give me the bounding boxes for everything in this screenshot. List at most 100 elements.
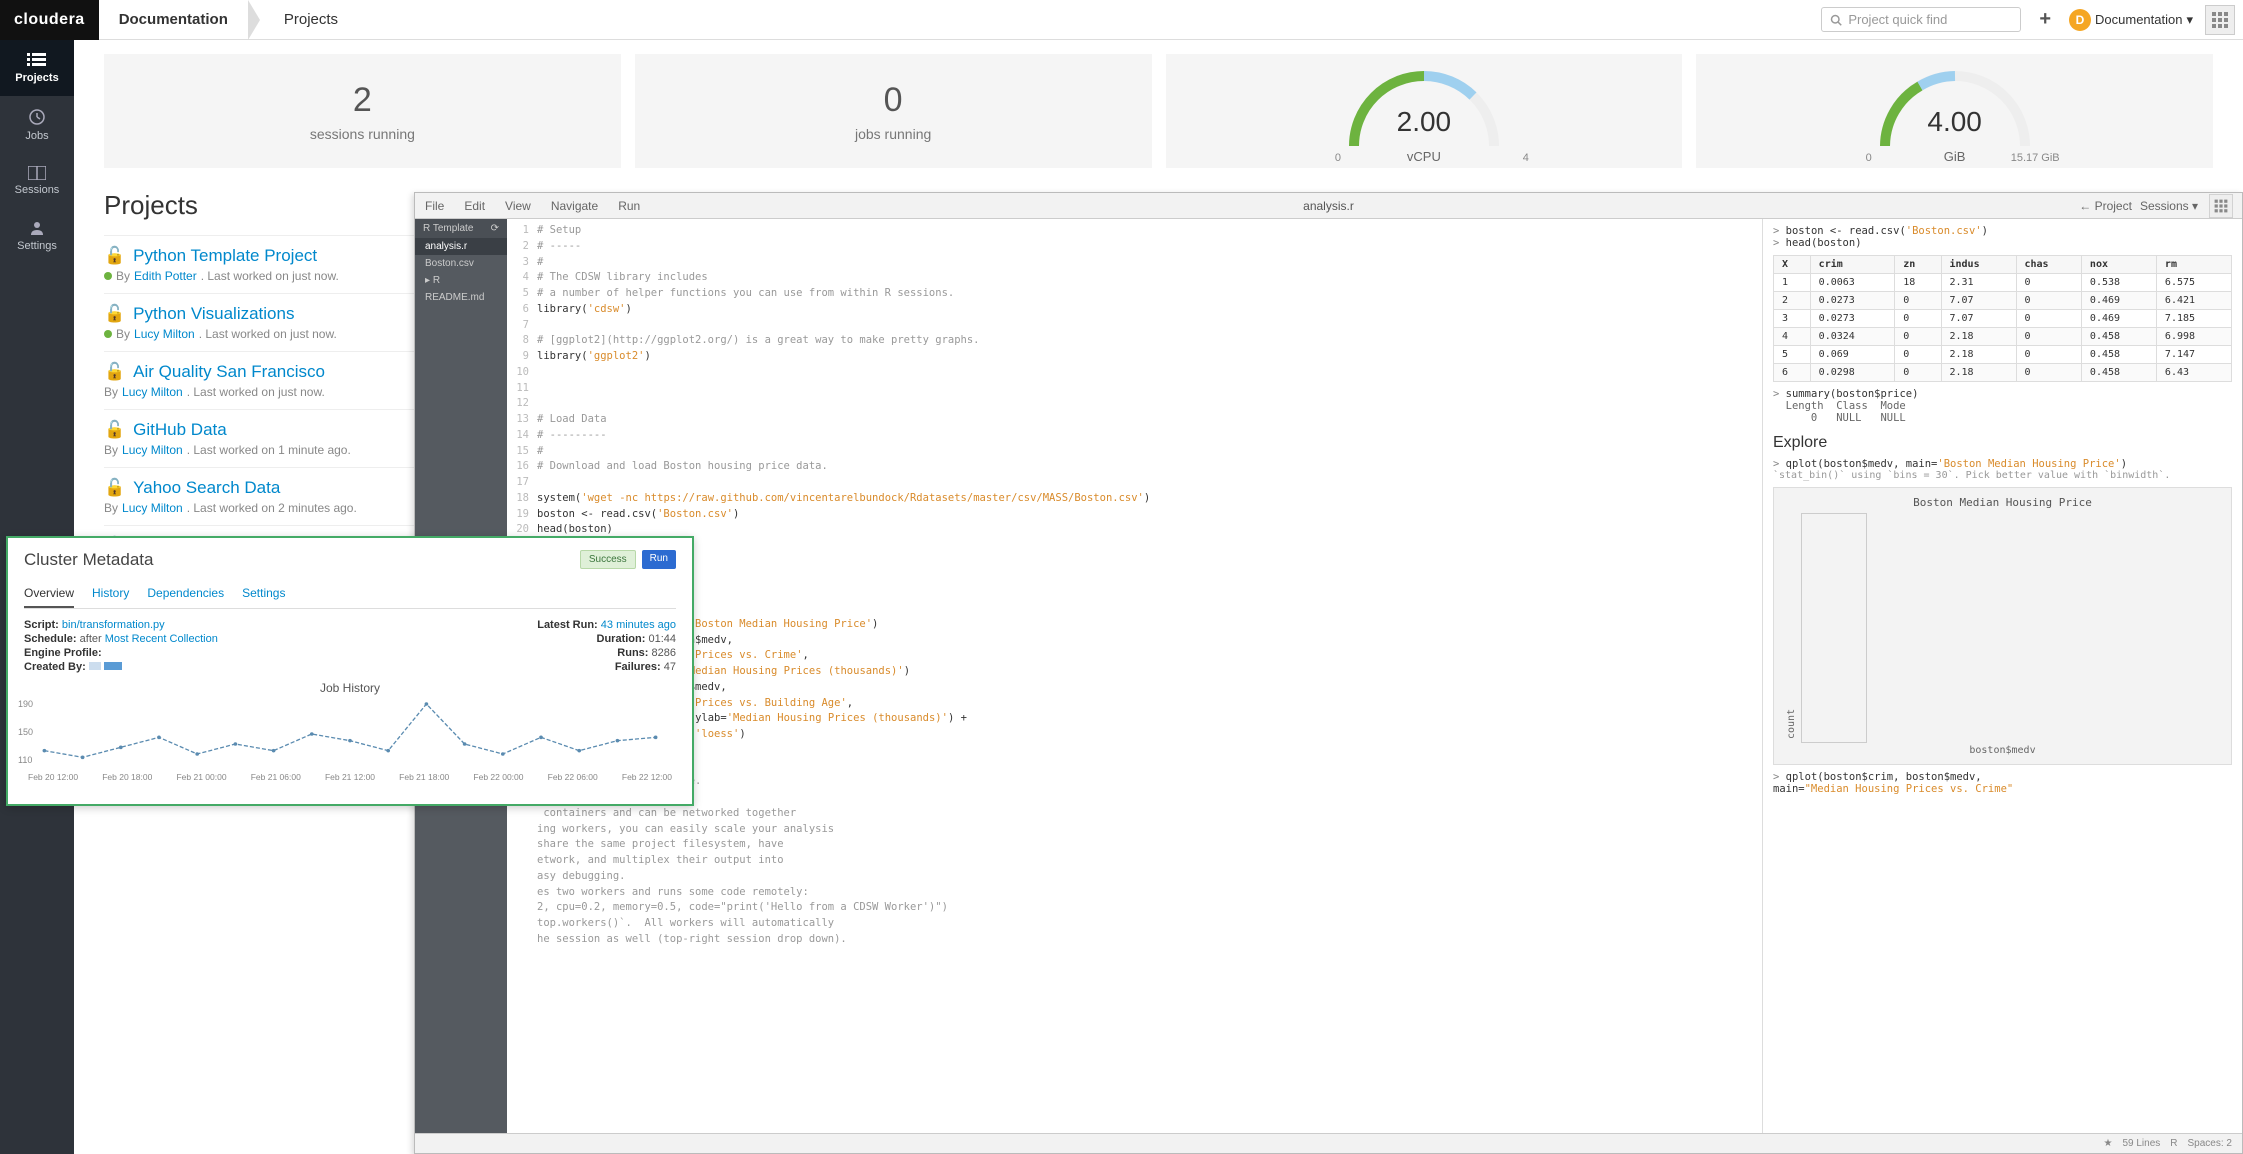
breadcrumb-context[interactable]: Documentation — [99, 0, 248, 40]
brand-logo: cloudera — [0, 0, 99, 40]
file-tree-header[interactable]: R Template⟳ — [415, 219, 507, 238]
data-table: Xcrimzninduschasnoxrm10.0063182.3100.538… — [1773, 255, 2232, 382]
cluster-metadata-panel: Cluster Metadata Success Run Overview Hi… — [6, 536, 694, 806]
console-output[interactable]: > boston <- read.csv('Boston.csv') > hea… — [1762, 219, 2242, 1133]
app-switcher-icon[interactable] — [2205, 5, 2235, 35]
back-to-project-button[interactable]: ← Project — [2079, 199, 2132, 213]
tab-dependencies[interactable]: Dependencies — [147, 580, 224, 608]
nav-projects[interactable]: Projects — [0, 40, 74, 96]
chevron-down-icon: ▾ — [2186, 12, 2193, 28]
sessions-label: sessions running — [310, 126, 415, 142]
search-input[interactable]: Project quick find — [1821, 7, 2021, 32]
online-indicator — [104, 330, 112, 338]
status-spaces: Spaces: 2 — [2188, 1138, 2232, 1149]
meta-label: Runs: — [617, 647, 648, 659]
editor-filename: analysis.r — [1303, 199, 1354, 213]
file-tree-item[interactable]: Boston.csv — [415, 255, 507, 272]
histogram-chart: Boston Median Housing Price count boston… — [1773, 487, 2232, 765]
menu-edit[interactable]: Edit — [454, 199, 495, 213]
refresh-icon[interactable]: ⟳ — [491, 223, 499, 234]
y-tick: 110 — [18, 755, 32, 765]
user-icon — [29, 220, 45, 236]
nav-label: Settings — [17, 240, 57, 252]
lock-icon: 🔓 — [104, 478, 125, 498]
job-history-chart: 190 150 110 Feb 20 12:00Feb 20 18:00Feb … — [24, 699, 676, 779]
code-editor[interactable]: 1# Setup2# -----3#4# The CDSW library in… — [507, 219, 1762, 1133]
new-project-button[interactable]: + — [2033, 8, 2057, 31]
script-link[interactable]: bin/transformation.py — [62, 619, 165, 631]
gauge-min: 0 — [1335, 152, 1341, 164]
cluster-title: Cluster Metadata — [24, 550, 676, 570]
nav-jobs[interactable]: Jobs — [0, 96, 74, 154]
status-lang: R — [2170, 1138, 2177, 1149]
panels-icon — [28, 166, 46, 180]
schedule-link[interactable]: Most Recent Collection — [105, 633, 218, 645]
gauge-max: 15.17 GiB — [2011, 152, 2060, 164]
project-link[interactable]: Python Template Project — [133, 246, 317, 266]
jobs-count: 0 — [884, 81, 903, 120]
nav-label: Jobs — [25, 130, 48, 142]
nav-label: Projects — [15, 72, 58, 84]
file-tree-item[interactable]: analysis.r — [415, 238, 507, 255]
breadcrumb-current: Projects — [264, 0, 358, 40]
meta-label: Latest Run: — [537, 619, 598, 631]
file-tree-item[interactable]: README.md — [415, 289, 507, 306]
project-link[interactable]: Air Quality San Francisco — [133, 362, 325, 382]
app-switcher-icon[interactable] — [2209, 194, 2233, 218]
meta-label: Schedule: — [24, 633, 77, 645]
tab-settings[interactable]: Settings — [242, 580, 285, 608]
menu-run[interactable]: Run — [608, 199, 650, 213]
author-link[interactable]: Lucy Milton — [122, 443, 183, 457]
jobs-card: 0 jobs running — [635, 54, 1152, 168]
nav-sessions[interactable]: Sessions — [0, 154, 74, 208]
user-name: Documentation — [2095, 12, 2182, 27]
dashboard-row: 2 sessions running 0 jobs running 2.00 v… — [74, 40, 2243, 182]
user-menu[interactable]: D Documentation ▾ — [2069, 9, 2193, 31]
gauge-unit: vCPU — [1339, 149, 1509, 164]
project-link[interactable]: GitHub Data — [133, 420, 227, 440]
main-area: 2 sessions running 0 jobs running 2.00 v… — [74, 40, 2243, 1154]
gauge-value: 2.00 — [1339, 106, 1509, 138]
memory-gauge: 4.00 GiB 0 15.17 GiB — [1696, 54, 2213, 168]
sessions-card: 2 sessions running — [104, 54, 621, 168]
menu-view[interactable]: View — [495, 199, 541, 213]
menu-file[interactable]: File — [415, 199, 454, 213]
tab-overview[interactable]: Overview — [24, 580, 74, 608]
jobs-label: jobs running — [855, 126, 931, 142]
job-history-title: Job History — [24, 681, 676, 695]
breadcrumb-separator — [248, 0, 264, 40]
nav-label: Sessions — [15, 184, 60, 196]
tab-history[interactable]: History — [92, 580, 129, 608]
vcpu-gauge: 2.00 vCPU 0 4 — [1166, 54, 1683, 168]
author-link[interactable]: Lucy Milton — [122, 385, 183, 399]
meta-value: 47 — [664, 661, 676, 673]
ide-menubar: File Edit View Navigate Run analysis.r ←… — [415, 193, 2242, 219]
sessions-dropdown[interactable]: Sessions ▾ — [2140, 199, 2198, 213]
lock-icon: 🔓 — [104, 362, 125, 382]
meta-label: Engine Profile: — [24, 647, 102, 659]
file-tree-folder[interactable]: ▸ R — [415, 272, 507, 289]
meta-text: after — [80, 633, 105, 645]
latest-run-link[interactable]: 43 minutes ago — [601, 619, 676, 631]
author-link[interactable]: Edith Potter — [134, 269, 197, 283]
project-link[interactable]: Yahoo Search Data — [133, 478, 280, 498]
breadcrumb: Documentation Projects — [99, 0, 358, 40]
run-button[interactable]: Run — [642, 550, 676, 569]
ide-status-bar: ★ 59 Lines R Spaces: 2 — [415, 1133, 2242, 1153]
online-indicator — [104, 272, 112, 280]
author-link[interactable]: Lucy Milton — [122, 501, 183, 515]
star-icon[interactable]: ★ — [2104, 1138, 2113, 1149]
lock-icon: 🔓 — [104, 420, 125, 440]
menu-navigate[interactable]: Navigate — [541, 199, 608, 213]
meta-value: 01:44 — [648, 633, 676, 645]
top-bar: cloudera Documentation Projects Project … — [0, 0, 2243, 40]
search-placeholder: Project quick find — [1848, 12, 1947, 27]
gauge-value: 4.00 — [1870, 106, 2040, 138]
project-link[interactable]: Python Visualizations — [133, 304, 294, 324]
list-icon — [27, 52, 47, 68]
nav-settings[interactable]: Settings — [0, 208, 74, 264]
y-tick: 150 — [18, 727, 33, 737]
search-icon — [1830, 14, 1842, 26]
avatar: D — [2069, 9, 2091, 31]
author-link[interactable]: Lucy Milton — [134, 327, 195, 341]
